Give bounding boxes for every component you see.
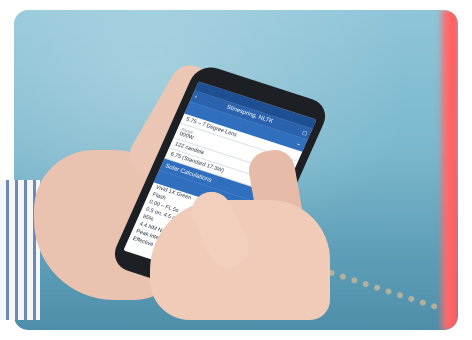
red-buoy-blur [438, 10, 458, 330]
chevron-left-icon: ‹ [193, 94, 199, 101]
back-button[interactable]: ‹ [194, 94, 198, 100]
chevron-down-icon: ⌄ [294, 140, 303, 148]
share-icon[interactable]: ◻ [301, 129, 309, 137]
